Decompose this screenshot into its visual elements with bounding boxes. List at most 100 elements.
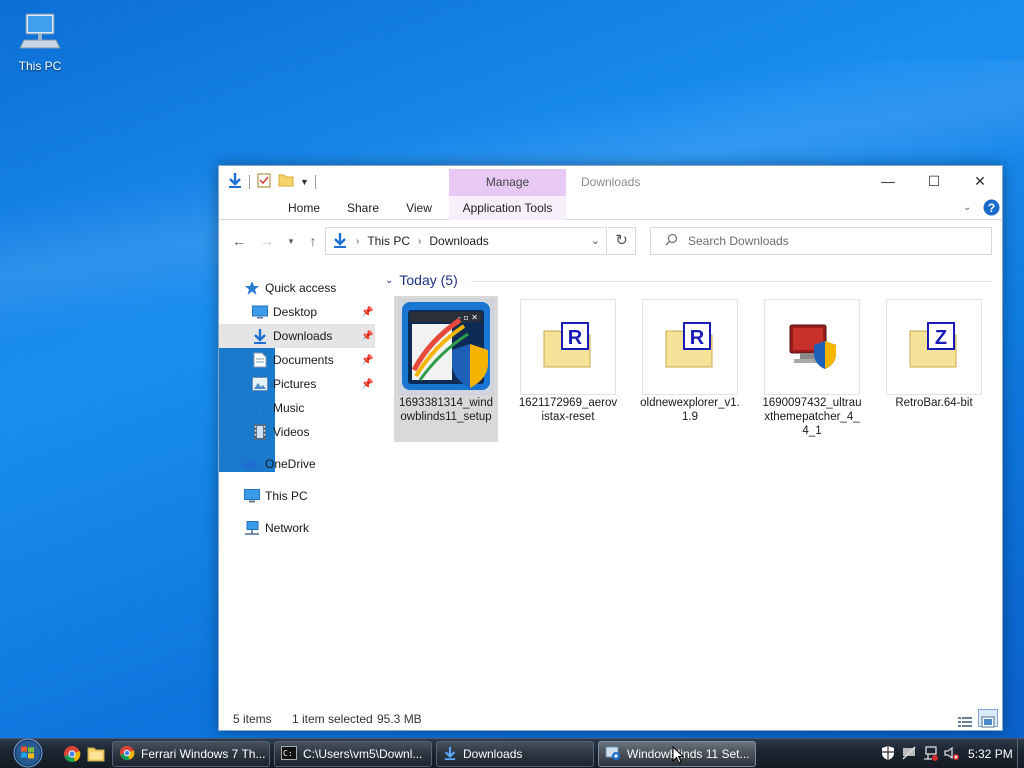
network-icon[interactable] <box>922 745 938 764</box>
group-header-today[interactable]: ⌄ Today (5) <box>385 272 458 288</box>
download-arrow-icon <box>332 232 348 251</box>
file-item-oldnewexplorer[interactable]: R oldnewexplorer_v1.1.9 <box>638 296 742 442</box>
svg-text:R: R <box>568 327 583 349</box>
breadcrumb-chevron-icon[interactable]: › <box>356 236 359 247</box>
start-button[interactable] <box>8 738 48 768</box>
desktop-icon-label: This PC <box>18 59 62 73</box>
resource-script-icon: R <box>540 321 596 374</box>
desktop-icon <box>251 303 269 321</box>
file-item-windowblinds-setup[interactable]: - ▫ ✕ 1693381314_windowblinds11_setup <box>394 296 498 442</box>
file-item-ultrauxthemepatcher[interactable]: 1690097432_ultrauxthemepatcher_4_4_1 <box>760 296 864 442</box>
music-note-icon: ♪ <box>256 399 264 417</box>
breadcrumb-chevron-icon[interactable]: › <box>418 236 421 247</box>
system-tray <box>880 745 959 764</box>
film-icon <box>251 423 269 441</box>
nav-item-network[interactable]: Network <box>219 516 375 540</box>
tab-view[interactable]: View <box>395 196 443 220</box>
computer-icon <box>243 487 261 505</box>
taskbar-button-chrome[interactable]: Ferrari Windows 7 Th... <box>112 741 270 767</box>
cmd-icon: C: <box>281 745 297 763</box>
address-bar[interactable]: › This PC › Downloads ⌄ <box>325 227 607 255</box>
recent-locations-chevron-icon[interactable]: ▾ <box>281 231 301 251</box>
nav-item-label: Documents <box>273 353 334 367</box>
desktop-icon-this-pc[interactable]: This PC <box>14 10 66 73</box>
nav-item-label: Downloads <box>273 329 333 343</box>
nav-item-label: This PC <box>265 489 308 503</box>
navigation-pane: Quick access Desktop 📌 Downloads 📌 Docum… <box>219 276 379 696</box>
pin-icon: 📌 <box>361 354 374 366</box>
taskbar-button-downloads[interactable]: Downloads <box>436 741 594 767</box>
address-row: ← → ▾ ↑ › This PC › Downloads ⌄ ↻ Search… <box>219 221 1002 261</box>
file-thumbnail: Z <box>886 299 982 395</box>
pin-icon: 📌 <box>361 330 374 342</box>
title-bar[interactable]: ▼ Manage Downloads — ☐ ✕ <box>219 166 1002 196</box>
nav-item-label: Videos <box>273 425 310 439</box>
taskbar-button-cmd[interactable]: C: C:\Users\vm5\Downl... <box>274 741 432 767</box>
file-name: oldnewexplorer_v1.1.9 <box>640 397 740 423</box>
pin-icon: 📌 <box>361 378 374 390</box>
ribbon-tabs: File Home Share View Application Tools ⌄… <box>219 196 1002 472</box>
nav-item-quick-access[interactable]: Quick access <box>219 276 375 300</box>
show-desktop-button[interactable] <box>1017 739 1024 768</box>
minimize-button[interactable]: — <box>865 166 911 196</box>
large-icons-view-icon <box>981 716 995 731</box>
file-item-retrobar[interactable]: Z RetroBar.64-bit <box>882 296 986 442</box>
back-button[interactable]: ← <box>229 231 249 251</box>
search-icon <box>665 233 678 249</box>
svg-text:R: R <box>690 327 705 349</box>
nav-item-label: Quick access <box>265 281 337 295</box>
up-button[interactable]: ↑ <box>303 231 323 251</box>
resource-script-icon: R <box>662 321 718 374</box>
search-box[interactable]: Search Downloads <box>650 227 992 255</box>
group-divider <box>471 281 992 282</box>
file-item-aerovistax-reset[interactable]: R 1621172969_aerovistax-reset <box>516 296 620 442</box>
security-shield-icon[interactable] <box>880 745 896 764</box>
help-icon[interactable]: ? <box>983 199 1000 219</box>
file-name: RetroBar.64-bit <box>895 397 973 409</box>
taskbar-clock[interactable]: 5:32 PM <box>968 747 1013 761</box>
nav-item-documents[interactable]: Documents 📌 <box>219 348 375 372</box>
customize-qa-chevron-icon[interactable]: ▼ <box>300 177 309 187</box>
refresh-button[interactable]: ↻ <box>608 227 636 255</box>
taskbar-button-label: Downloads <box>463 747 523 761</box>
status-item-count: 5 items <box>233 712 272 726</box>
nav-item-music[interactable]: ♪ Music <box>219 396 375 420</box>
download-arrow-icon <box>443 745 457 764</box>
taskbar-button-label: WindowBlinds 11 Set... <box>627 747 750 761</box>
close-button[interactable]: ✕ <box>957 166 1003 196</box>
tab-share[interactable]: Share <box>337 196 389 220</box>
properties-icon[interactable] <box>256 172 272 191</box>
forward-button[interactable]: → <box>257 231 277 251</box>
qa-separator <box>249 174 250 189</box>
nav-item-this-pc[interactable]: This PC <box>219 484 375 508</box>
explorer-pinned-icon[interactable] <box>86 744 106 764</box>
nav-item-desktop[interactable]: Desktop 📌 <box>219 300 375 324</box>
maximize-button[interactable]: ☐ <box>911 166 957 196</box>
network-icon <box>243 519 261 537</box>
breadcrumb-this-pc[interactable]: This PC <box>367 234 410 248</box>
ribbon-expand-chevron-icon[interactable]: ⌄ <box>963 202 971 213</box>
large-icons-view-button[interactable] <box>978 709 998 728</box>
nav-item-onedrive[interactable]: OneDrive <box>219 452 375 476</box>
tab-home[interactable]: Home <box>279 196 329 220</box>
svg-text:Z: Z <box>935 327 947 349</box>
windows-logo-icon <box>13 738 43 768</box>
search-input[interactable]: Search Downloads <box>688 234 789 248</box>
contextual-tab-group-manage: Manage <box>449 169 566 196</box>
chrome-icon <box>119 745 135 764</box>
nav-item-downloads[interactable]: Downloads 📌 <box>219 324 375 348</box>
chrome-pinned-icon[interactable] <box>62 744 82 764</box>
explorer-window: ▼ Manage Downloads — ☐ ✕ File Home Share… <box>218 165 1003 731</box>
new-folder-icon[interactable] <box>278 172 294 191</box>
nav-item-pictures[interactable]: Pictures 📌 <box>219 372 375 396</box>
tab-application-tools[interactable]: Application Tools <box>449 196 566 220</box>
svg-text:?: ? <box>988 201 995 215</box>
volume-muted-icon[interactable] <box>943 745 959 764</box>
quick-access-toolbar: ▼ <box>227 172 316 191</box>
nav-item-videos[interactable]: Videos <box>219 420 375 444</box>
address-dropdown-chevron-icon[interactable]: ⌄ <box>591 234 600 247</box>
setup-icon <box>605 745 621 764</box>
breadcrumb-downloads[interactable]: Downloads <box>429 234 488 248</box>
network-disconnected-icon[interactable] <box>901 745 917 764</box>
details-view-button[interactable] <box>955 709 975 727</box>
